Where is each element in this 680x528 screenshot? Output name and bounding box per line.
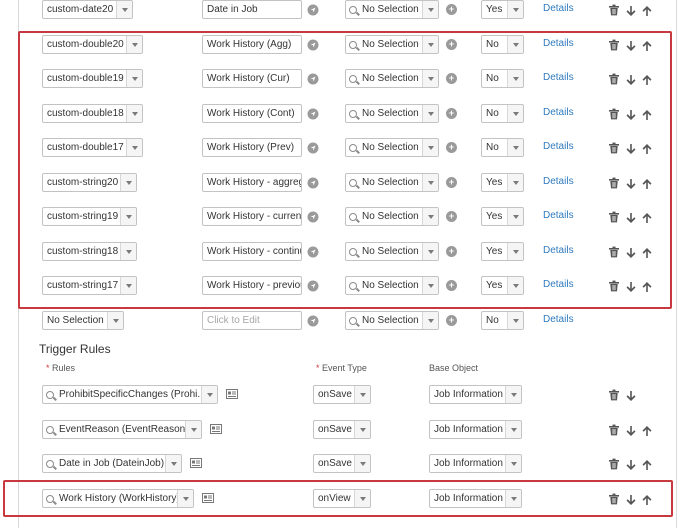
rule-details-icon[interactable] — [190, 458, 202, 470]
event-type-select[interactable]: onSave — [313, 454, 371, 473]
base-object-select-value: Job Information — [434, 389, 503, 400]
selection-select[interactable]: No Selection — [345, 0, 439, 19]
rule-details-icon[interactable] — [226, 389, 238, 401]
chevron-down-icon[interactable] — [165, 455, 181, 472]
search-icon — [46, 425, 54, 434]
rule-details-icon[interactable] — [210, 424, 222, 436]
chevron-down-icon[interactable] — [201, 386, 217, 403]
rule-select-value: ProhibitSpecificChanges (Prohi... — [59, 389, 201, 400]
details-link[interactable]: Details — [543, 314, 574, 325]
base-object-select[interactable]: Job Information — [429, 420, 522, 439]
rule-select-value: EventReason (EventReason) — [59, 424, 185, 435]
selection-select[interactable]: No Selection — [345, 311, 439, 330]
base-object-select[interactable]: Job Information — [429, 454, 522, 473]
chevron-down-icon[interactable] — [507, 1, 523, 18]
field-select[interactable]: custom-date20 — [42, 0, 133, 19]
chevron-down-icon[interactable] — [354, 386, 370, 403]
delete-icon[interactable] — [608, 389, 620, 401]
add-icon[interactable]: + — [446, 4, 457, 15]
highlight-box-rule — [3, 480, 673, 517]
field-select-value: custom-date20 — [47, 4, 114, 15]
yes-no-select-value: No — [486, 315, 499, 326]
right-border-line — [676, 0, 677, 528]
yes-no-select[interactable]: No — [481, 311, 524, 330]
base-object-select-value: Job Information — [434, 424, 503, 435]
delete-icon[interactable] — [608, 424, 620, 436]
search-icon — [46, 390, 54, 399]
rule-select-value: Date in Job (DateinJob) — [59, 458, 165, 469]
rule-select[interactable]: ProhibitSpecificChanges (Prohi... — [42, 385, 218, 404]
move-up-icon[interactable] — [641, 425, 653, 437]
event-type-select-value: onSave — [318, 389, 352, 400]
delete-icon[interactable] — [608, 458, 620, 470]
yes-no-select-value: Yes — [486, 4, 503, 15]
event-type-header: * Event Type — [316, 363, 367, 373]
chevron-down-icon[interactable] — [507, 312, 523, 329]
rules-header: * Rules — [46, 363, 76, 373]
chevron-down-icon[interactable] — [107, 312, 123, 329]
chevron-down-icon[interactable] — [505, 455, 521, 472]
chevron-down-icon[interactable] — [422, 312, 438, 329]
search-icon — [349, 316, 357, 325]
delete-icon[interactable] — [608, 4, 620, 16]
move-down-icon[interactable] — [625, 5, 637, 17]
selection-select-value: No Selection — [362, 4, 419, 15]
move-down-icon[interactable] — [625, 459, 637, 471]
yes-no-select[interactable]: Yes — [481, 0, 524, 19]
event-type-select-value: onSave — [318, 458, 352, 469]
chevron-down-icon[interactable] — [505, 421, 521, 438]
chevron-down-icon[interactable] — [116, 1, 132, 18]
trigger-rules-title: Trigger Rules — [39, 342, 111, 356]
move-down-icon[interactable] — [625, 390, 637, 402]
highlight-box-fields — [18, 31, 672, 309]
event-type-select[interactable]: onSave — [313, 385, 371, 404]
chevron-down-icon[interactable] — [422, 1, 438, 18]
label-input[interactable]: Click to Edit — [202, 311, 302, 330]
add-icon[interactable]: + — [446, 315, 457, 326]
translate-icon[interactable] — [307, 4, 319, 16]
rule-select[interactable]: EventReason (EventReason) — [42, 420, 202, 439]
chevron-down-icon[interactable] — [185, 421, 201, 438]
event-type-select[interactable]: onSave — [313, 420, 371, 439]
field-select[interactable]: No Selection — [42, 311, 124, 330]
field-select-value: No Selection — [47, 315, 104, 326]
base-object-select[interactable]: Job Information — [429, 385, 522, 404]
base-object-header: Base Object — [429, 363, 479, 373]
search-icon — [46, 459, 54, 468]
move-up-icon[interactable] — [641, 459, 653, 471]
translate-icon[interactable] — [307, 315, 319, 327]
rule-select[interactable]: Date in Job (DateinJob) — [42, 454, 182, 473]
chevron-down-icon[interactable] — [505, 386, 521, 403]
details-link[interactable]: Details — [543, 3, 574, 14]
chevron-down-icon[interactable] — [354, 455, 370, 472]
search-icon — [349, 5, 357, 14]
move-down-icon[interactable] — [625, 425, 637, 437]
chevron-down-icon[interactable] — [354, 421, 370, 438]
base-object-select-value: Job Information — [434, 458, 503, 469]
event-type-select-value: onSave — [318, 424, 352, 435]
selection-select-value: No Selection — [362, 315, 419, 326]
label-input[interactable]: Date in Job — [202, 0, 302, 19]
move-up-icon[interactable] — [641, 5, 653, 17]
